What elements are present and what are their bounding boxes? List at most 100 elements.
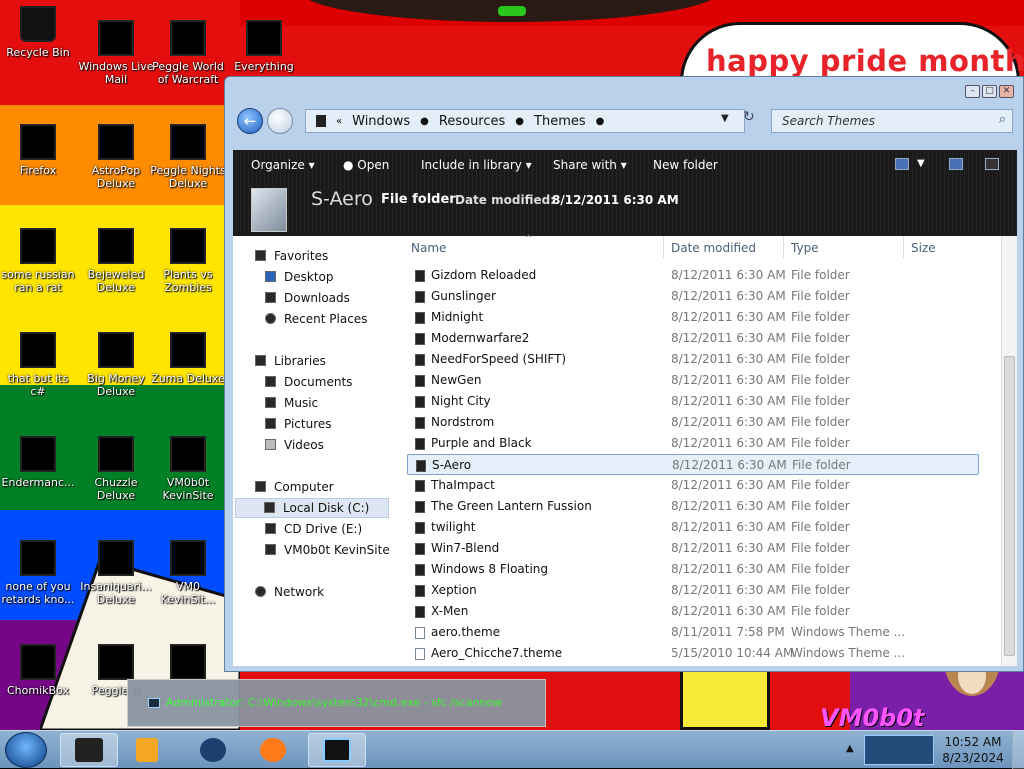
nav-downloads[interactable]: Downloads bbox=[265, 291, 350, 305]
file-row[interactable]: aero.theme 8/11/2011 7:58 PM Windows Theme… bbox=[407, 622, 979, 643]
breadcrumb-windows[interactable]: Windows bbox=[352, 114, 410, 129]
file-row[interactable]: Nordstrom 8/12/2011 6:30 AM File folder bbox=[407, 412, 979, 433]
file-row[interactable]: NewGen 8/12/2011 6:30 AM File folder bbox=[407, 370, 979, 391]
nav-favorites[interactable]: Favorites bbox=[255, 249, 328, 263]
maximize-button[interactable]: □ bbox=[982, 85, 997, 98]
column-type[interactable]: Type bbox=[791, 241, 819, 255]
scrollbar-thumb[interactable] bbox=[1004, 356, 1015, 656]
file-row[interactable]: Gunslinger 8/12/2011 6:30 AM File folder bbox=[407, 286, 979, 307]
desktop-icon-hidden[interactable] bbox=[150, 644, 226, 684]
view-dropdown-icon[interactable]: ▼ bbox=[917, 158, 925, 169]
desktop-icon-big-money[interactable]: Big Money Deluxe bbox=[78, 332, 154, 398]
breadcrumb-arrow-icon[interactable]: ● bbox=[596, 116, 605, 127]
file-row[interactable]: NeedForSpeed (SHIFT) 8/12/2011 6:30 AM Fil… bbox=[407, 349, 979, 370]
address-bar[interactable]: « Windows ● Resources ● Themes ● bbox=[305, 109, 745, 133]
column-size[interactable]: Size bbox=[911, 241, 936, 255]
explorer-window[interactable]: – □ ✕ ← « Windows ● Resources ● Themes ●… bbox=[224, 76, 1024, 672]
file-row[interactable]: Xeption 8/12/2011 6:30 AM File folder bbox=[407, 580, 979, 601]
file-row[interactable]: X-Men 8/12/2011 6:30 AM File folder bbox=[407, 601, 979, 622]
desktop-icon-none-of-you[interactable]: none of you retards kno... bbox=[0, 540, 76, 606]
minimize-button[interactable]: – bbox=[965, 85, 980, 98]
back-button[interactable]: ← bbox=[237, 108, 263, 134]
show-hidden-icons[interactable]: ▲ bbox=[846, 743, 854, 754]
taskbar-firefox[interactable] bbox=[244, 733, 302, 767]
taskbar-cmd[interactable] bbox=[308, 733, 366, 767]
file-row[interactable]: Gizdom Reloaded 8/12/2011 6:30 AM File fol… bbox=[407, 265, 979, 286]
desktop-icon-everything[interactable]: Everything bbox=[226, 20, 302, 73]
desktop-icon-plants-vs-zombies[interactable]: Plants vs Zombies bbox=[150, 228, 226, 294]
desktop-icon-firefox[interactable]: Firefox bbox=[0, 124, 76, 177]
desktop-icon-vm0b0t-kevinsite[interactable]: VM0b0t KevinSite bbox=[150, 436, 226, 502]
nav-libraries[interactable]: Libraries bbox=[255, 354, 326, 368]
help-icon[interactable] bbox=[985, 158, 999, 170]
view-options-icon[interactable] bbox=[895, 158, 909, 170]
vertical-scrollbar[interactable] bbox=[1001, 236, 1017, 666]
refresh-icon[interactable]: ↻ bbox=[743, 109, 755, 125]
organize-button[interactable]: Organize ▾ bbox=[251, 158, 315, 172]
desktop-icon-russian-rat[interactable]: some russian ran a rat bbox=[0, 228, 76, 294]
cmd-window-preview[interactable]: Administrator: C:\Windows\system32\cmd.e… bbox=[127, 679, 546, 727]
file-row[interactable]: The Green Lantern Fussion 8/12/2011 6:30 … bbox=[407, 496, 979, 517]
desktop-icon-zuma[interactable]: Zuma Deluxe bbox=[150, 332, 226, 385]
desktop-icon-vm0-kevinsite[interactable]: VM0 KevinSit... bbox=[150, 540, 226, 606]
file-row[interactable]: Midnight 8/12/2011 6:30 AM File folder bbox=[407, 307, 979, 328]
desktop-icon-that-but-its-csharp[interactable]: that but its c# bbox=[0, 332, 76, 398]
nav-desktop[interactable]: Desktop bbox=[265, 270, 334, 284]
breadcrumb-arrow-icon[interactable]: ● bbox=[420, 116, 429, 127]
desktop-icon-chuzzle[interactable]: Chuzzle Deluxe bbox=[78, 436, 154, 502]
window-titlebar[interactable]: – □ ✕ bbox=[225, 77, 1023, 105]
desktop-icon-chomikbox[interactable]: ChomikBox bbox=[0, 644, 76, 697]
nav-local-disk[interactable]: Local Disk (C:) bbox=[235, 498, 389, 518]
file-row[interactable]: Modernwarfare2 8/12/2011 6:30 AM File fold… bbox=[407, 328, 979, 349]
file-row[interactable]: Aero_Chicche7.theme 5/15/2010 10:44 AM Win… bbox=[407, 643, 979, 664]
close-button[interactable]: ✕ bbox=[999, 85, 1014, 98]
include-in-library-button[interactable]: Include in library ▾ bbox=[421, 158, 532, 172]
file-row[interactable]: Win7-Blend 8/12/2011 6:30 AM File folder bbox=[407, 538, 979, 559]
desktop-icon-bejeweled[interactable]: Bejeweled Deluxe bbox=[78, 228, 154, 294]
desktop-icon-peggle-wow[interactable]: Peggle World of Warcraft bbox=[150, 20, 226, 86]
breadcrumb-themes[interactable]: Themes bbox=[534, 114, 586, 129]
file-row-selected[interactable]: S-Aero 8/12/2011 6:30 AM File folder bbox=[407, 454, 979, 475]
nav-pictures[interactable]: Pictures bbox=[265, 417, 332, 431]
column-divider[interactable] bbox=[663, 236, 664, 258]
nav-videos[interactable]: Videos bbox=[265, 438, 324, 452]
file-row[interactable]: twilight 8/12/2011 6:30 AM File folder bbox=[407, 517, 979, 538]
nav-network[interactable]: Network bbox=[255, 585, 324, 599]
address-dropdown-icon[interactable]: ▼ bbox=[721, 113, 729, 124]
nav-vm0b0t-kevinsite[interactable]: VM0b0t KevinSite bbox=[265, 543, 390, 557]
open-button[interactable]: ● Open bbox=[343, 158, 389, 172]
desktop-icon-astropop[interactable]: AstroPop Deluxe bbox=[78, 124, 154, 190]
search-input[interactable]: Search Themes ⌕ bbox=[771, 109, 1013, 133]
file-row[interactable]: ThaImpact 8/12/2011 6:30 AM File folder bbox=[407, 475, 979, 496]
taskbar-explorer[interactable] bbox=[60, 733, 118, 767]
preview-pane-icon[interactable] bbox=[949, 158, 963, 170]
desktop-icon-endermanc[interactable]: Endermanc... bbox=[0, 436, 76, 489]
column-divider[interactable] bbox=[903, 236, 904, 258]
column-name[interactable]: Name bbox=[411, 241, 446, 255]
share-with-button[interactable]: Share with ▾ bbox=[553, 158, 627, 172]
file-row[interactable]: Windows 8 Floating 8/12/2011 6:30 AM File … bbox=[407, 559, 979, 580]
taskbar-media-player[interactable] bbox=[118, 733, 176, 767]
taskbar-globe[interactable] bbox=[184, 733, 242, 767]
tray-app-icon[interactable] bbox=[864, 735, 934, 765]
breadcrumb-arrow-icon[interactable]: ● bbox=[515, 116, 524, 127]
column-date-modified[interactable]: Date modified bbox=[671, 241, 756, 255]
file-row[interactable]: Purple and Black 8/12/2011 6:30 AM File fo… bbox=[407, 433, 979, 454]
show-desktop-button[interactable] bbox=[1012, 731, 1024, 769]
nav-cd-drive[interactable]: CD Drive (E:) bbox=[265, 522, 362, 536]
column-divider[interactable] bbox=[783, 236, 784, 258]
search-icon[interactable]: ⌕ bbox=[999, 112, 1006, 127]
file-row[interactable]: Night City 8/12/2011 6:30 AM File folder bbox=[407, 391, 979, 412]
forward-button[interactable] bbox=[267, 108, 293, 134]
new-folder-button[interactable]: New folder bbox=[653, 158, 718, 172]
breadcrumb-overflow-icon[interactable]: « bbox=[336, 116, 342, 127]
nav-documents[interactable]: Documents bbox=[265, 375, 352, 389]
desktop-icon-recycle-bin[interactable]: Recycle Bin bbox=[0, 6, 76, 59]
nav-music[interactable]: Music bbox=[265, 396, 318, 410]
desktop-icon-windows-live-mail[interactable]: Windows Live Mail bbox=[78, 20, 154, 86]
nav-recent-places[interactable]: Recent Places bbox=[265, 312, 367, 326]
nav-computer[interactable]: Computer bbox=[255, 480, 334, 494]
desktop-icon-peggle-nights[interactable]: Peggle Nights Deluxe bbox=[150, 124, 226, 190]
desktop-icon-insaniquarium[interactable]: Insaniquari... Deluxe bbox=[78, 540, 154, 606]
start-button[interactable] bbox=[5, 732, 47, 768]
